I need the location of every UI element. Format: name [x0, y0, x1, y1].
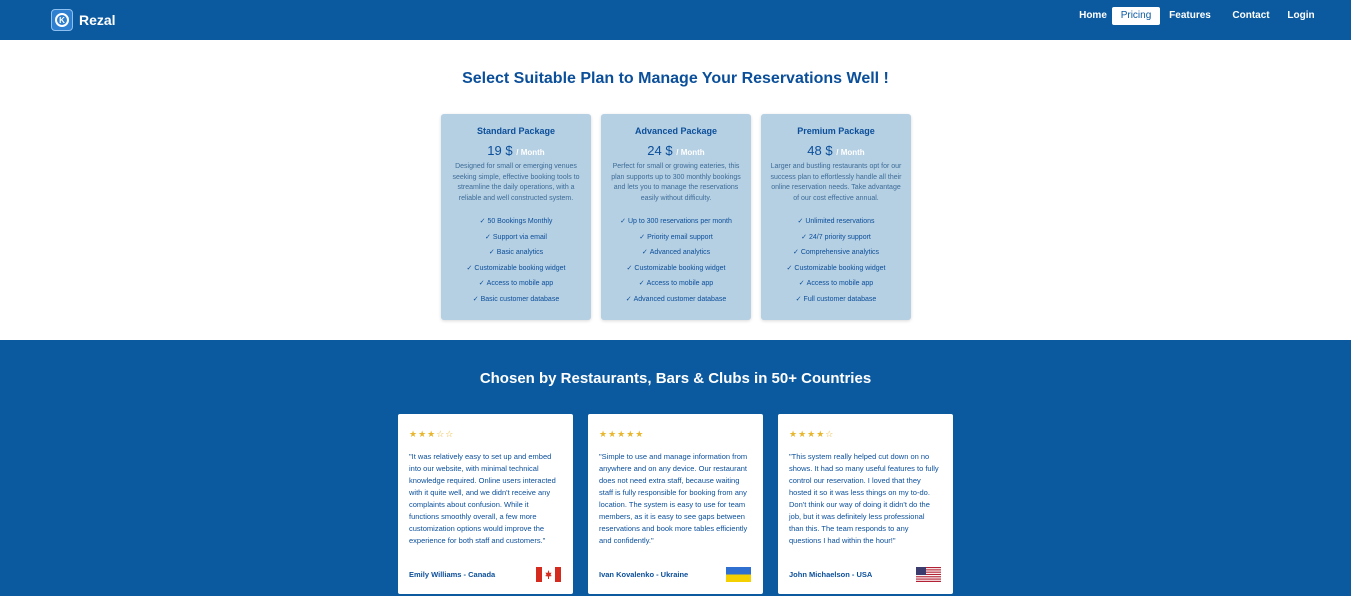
check-icon: ✓: [625, 295, 632, 303]
feature-item: ✓ Support via email: [485, 233, 547, 241]
feature-item: ✓ Basic customer database: [472, 295, 560, 303]
plan-description: Designed for small or emerging venues se…: [452, 163, 580, 202]
plan-features: ✓ Unlimited reservations ✓ 24/7 priority s…: [761, 214, 911, 307]
nav-link-pricing[interactable]: Pricing: [1112, 7, 1160, 25]
feature-item: ✓ Full customer database: [795, 295, 877, 303]
check-icon: ✓: [797, 218, 804, 225]
brand[interactable]: K Rezal: [51, 9, 116, 31]
testimonials-section: Chosen by Restaurants, Bars & Clubs in 5…: [0, 340, 1351, 596]
testimonial-quote: "It was relatively easy to set up and em…: [409, 452, 556, 545]
canada-flag-icon: [536, 567, 561, 582]
plan-name: Standard Package: [476, 126, 556, 136]
star-rating-icon: ★★★☆☆: [409, 429, 455, 439]
check-icon: ✓: [620, 218, 626, 225]
plan-currency: $: [665, 143, 673, 158]
plan-card-premium[interactable]: Premium Package 48 $ / Month Larger and …: [761, 114, 911, 320]
star-rating-icon: ★★★★★: [599, 429, 645, 439]
testimonials-title: Chosen by Restaurants, Bars & Clubs in 5…: [479, 370, 872, 387]
feature-item: ✓ Access to mobile app: [478, 280, 554, 287]
feature-item: ✓ Customizable booking widget: [786, 264, 886, 272]
feature-item: ✓ Unlimited reservations: [797, 218, 875, 225]
plan-price: 48 $ / Month: [761, 143, 911, 158]
testimonial-quote: "Simple to use and manage information fr…: [599, 452, 748, 545]
plan-name: Advanced Package: [634, 126, 718, 136]
plan-price-amount: 48: [807, 143, 822, 158]
feature-item: ✓ Access to mobile app: [798, 280, 874, 287]
feature-item: ✓ Advanced analytics: [641, 249, 711, 256]
check-icon: ✓: [792, 249, 799, 256]
feature-item: ✓ Priority email support: [639, 233, 713, 241]
feature-item: ✓ Comprehensive analytics: [792, 249, 880, 256]
nav-link-home[interactable]: Home: [1076, 7, 1110, 25]
ukraine-flag-icon: [726, 567, 751, 582]
feature-item: ✓ Advanced customer database: [625, 295, 727, 303]
plan-period: / Month: [676, 148, 705, 157]
plan-description: Larger and bustling restaurants opt for …: [770, 163, 902, 202]
feature-item: ✓ 24/7 priority support: [801, 233, 871, 241]
check-icon: ✓: [485, 233, 491, 241]
plan-features: ✓ 50 Bookings Monthly ✓ Support via email …: [441, 214, 591, 307]
plan-price-amount: 19: [487, 143, 502, 158]
plan-period: / Month: [516, 148, 545, 157]
check-icon: ✓: [795, 295, 802, 303]
rezal-logo-icon: K: [51, 9, 73, 31]
plan-price: 24 $ / Month: [601, 143, 751, 158]
check-icon: ✓: [488, 249, 495, 256]
check-icon: ✓: [478, 280, 485, 287]
usa-flag-icon: [916, 567, 941, 582]
check-icon: ✓: [626, 264, 633, 272]
plan-features: ✓ Up to 300 reservations per month ✓ Prior…: [601, 214, 751, 307]
plan-name: Premium Package: [797, 126, 875, 136]
feature-item: ✓ Basic analytics: [488, 249, 544, 256]
nav-link-features[interactable]: Features: [1166, 7, 1214, 25]
plan-currency: $: [825, 143, 833, 158]
testimonial-author: Emily Williams - Canada: [409, 570, 496, 579]
feature-item: ✓ Customizable booking widget: [626, 264, 726, 272]
check-icon: ✓: [801, 233, 807, 241]
feature-item: ✓ Access to mobile app: [638, 280, 714, 287]
plan-period: / Month: [836, 148, 865, 157]
testimonial-author: Ivan Kovalenko - Ukraine: [599, 570, 689, 579]
testimonial-card: ★★★★★ "Simple to use and manage informat…: [588, 414, 763, 594]
plan-currency: $: [505, 143, 513, 158]
plan-price-amount: 24: [647, 143, 662, 158]
testimonial-quote: "This system really helped cut down on n…: [789, 452, 939, 545]
brand-name: Rezal: [79, 12, 116, 28]
navbar: K Rezal Home Pricing Features Contact Lo…: [0, 0, 1351, 40]
testimonial-card: ★★★☆☆ "It was relatively easy to set up …: [398, 414, 573, 594]
testimonial-card: ★★★★☆ "This system really helped cut dow…: [778, 414, 953, 594]
feature-item: ✓ 50 Bookings Monthly: [479, 218, 553, 225]
nav-link-login[interactable]: Login: [1285, 7, 1317, 25]
plan-card-standard[interactable]: Standard Package 19 $ / Month Designed f…: [441, 114, 591, 320]
check-icon: ✓: [479, 218, 486, 225]
check-icon: ✓: [786, 264, 793, 272]
plan-price: 19 $ / Month: [441, 143, 591, 158]
testimonial-author: John Michaelson - USA: [789, 570, 873, 579]
feature-item: ✓ Customizable booking widget: [466, 264, 566, 272]
check-icon: ✓: [641, 249, 648, 256]
nav-link-contact[interactable]: Contact: [1228, 7, 1274, 25]
check-icon: ✓: [798, 280, 805, 287]
check-icon: ✓: [472, 295, 479, 303]
check-icon: ✓: [639, 233, 646, 241]
star-rating-icon: ★★★★☆: [789, 429, 835, 439]
plan-description: Perfect for small or growing eateries, t…: [611, 163, 741, 202]
check-icon: ✓: [466, 264, 473, 272]
plan-card-advanced[interactable]: Advanced Package 24 $ / Month Perfect fo…: [601, 114, 751, 320]
pricing-title: Select Suitable Plan to Manage Your Rese…: [462, 70, 889, 87]
feature-item: ✓ Up to 300 reservations per month: [620, 218, 732, 225]
check-icon: ✓: [638, 280, 645, 287]
